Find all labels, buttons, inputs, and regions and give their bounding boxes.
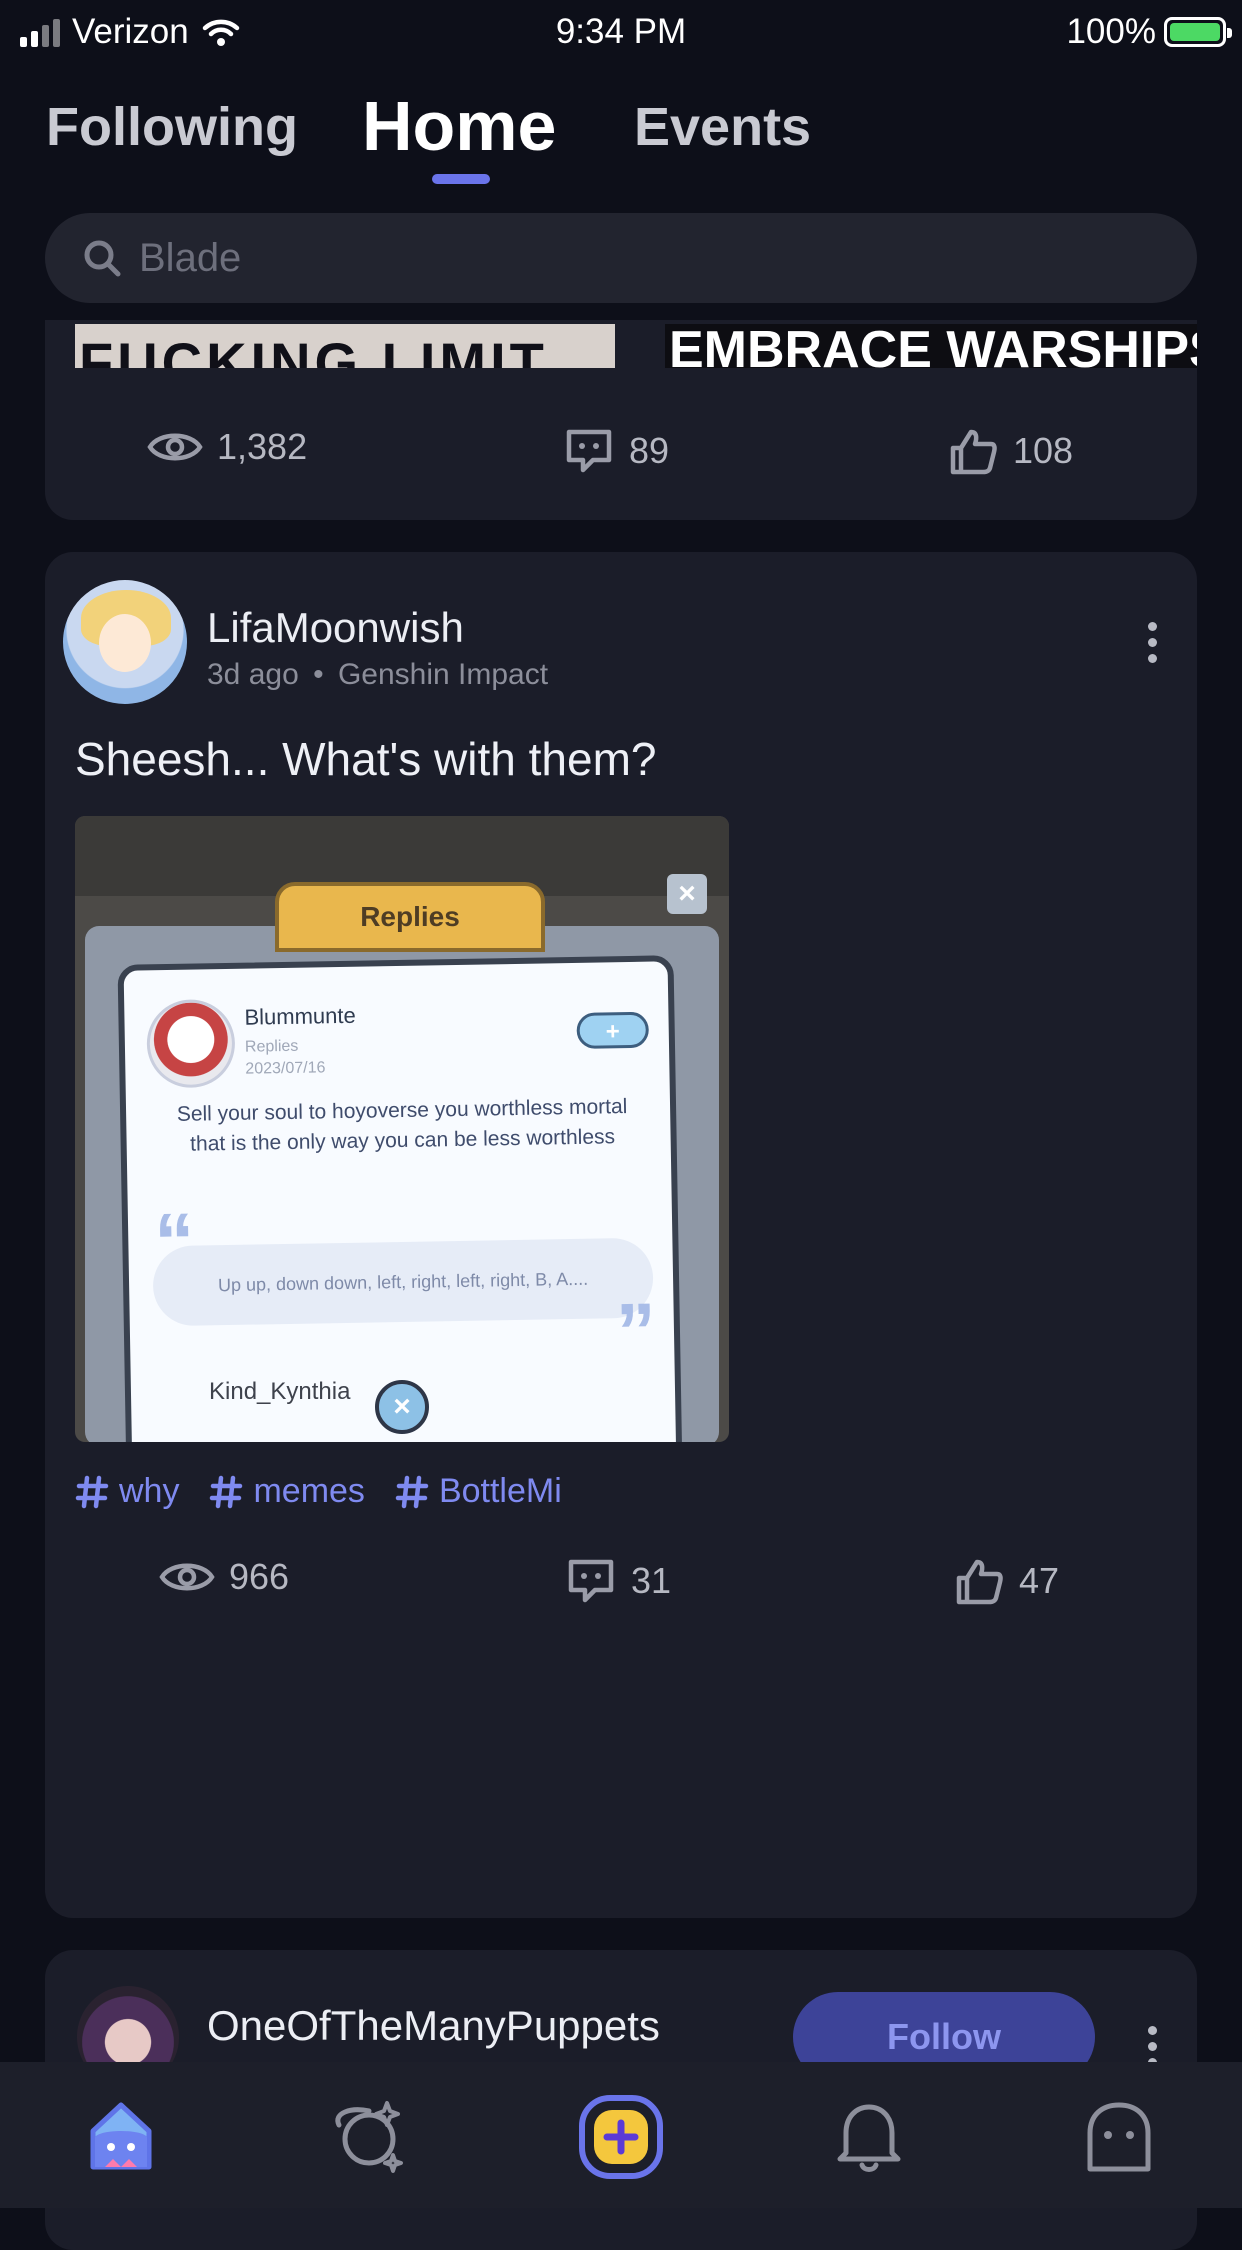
- image-avatar: [146, 998, 236, 1089]
- tag-label: memes: [253, 1472, 365, 1510]
- post-image[interactable]: FUCKING LIMIT EMBRACE WARSHIPS: [75, 324, 1197, 368]
- image-quote: Up up, down down, left, right, left, rig…: [152, 1237, 654, 1327]
- image-message: Sell your soul to hoyoverse you worthles…: [176, 1095, 628, 1156]
- image-bottom-name: Kind_Kynthia: [209, 1378, 351, 1405]
- avatar[interactable]: [63, 580, 187, 704]
- views-count: 966: [229, 1556, 290, 1597]
- tag-bottlemi[interactable]: BottleMi: [395, 1472, 562, 1511]
- post-card[interactable]: LifaMoonwish 3d ago • Genshin Impact She…: [45, 552, 1197, 1918]
- image-caption-right: EMBRACE WARSHIPS: [669, 324, 1197, 368]
- thumbs-up-icon: [950, 429, 997, 475]
- comments-count: 89: [629, 430, 670, 471]
- views-count: 1,382: [217, 426, 308, 467]
- image-date: 2023/07/16: [245, 1059, 326, 1078]
- image-close-icon: ×: [667, 874, 707, 914]
- likes-count: 108: [1013, 430, 1074, 471]
- post-community[interactable]: Genshin Impact: [338, 658, 548, 691]
- post-image[interactable]: Replies × Blummunte Replies 2023/07/16 +…: [75, 816, 729, 1442]
- post-stats: 1,382 89 108: [45, 426, 1197, 486]
- status-bar: Verizon 9:34 PM 100%: [0, 0, 1242, 62]
- status-time: 9:34 PM: [555, 12, 687, 51]
- image-x-icon: ×: [375, 1380, 429, 1434]
- image-tab-label: Replies: [360, 901, 460, 932]
- post-author[interactable]: OneOfTheManyPuppets: [207, 2002, 660, 2050]
- views-stat: 966: [159, 1556, 289, 1598]
- post-meta: 3d ago • Genshin Impact: [207, 658, 548, 692]
- post-stats: 966 31 47: [45, 1556, 1197, 1616]
- battery-icon: [1164, 17, 1232, 47]
- comments-count: 31: [631, 1560, 672, 1601]
- likes-count: 47: [1019, 1560, 1060, 1601]
- eye-icon: [159, 1563, 215, 1591]
- more-options-icon[interactable]: [1148, 622, 1157, 663]
- views-stat: 1,382: [147, 426, 307, 468]
- quote-close-icon: ”: [615, 1286, 657, 1377]
- battery: 100%: [1066, 12, 1232, 52]
- image-dialog: Blummunte Replies 2023/07/16 + Sell your…: [117, 955, 685, 1442]
- image-username: Blummunte: [244, 1002, 356, 1030]
- more-options-icon[interactable]: [1148, 2026, 1157, 2067]
- tab-home[interactable]: Home: [362, 86, 556, 166]
- search-icon: [84, 240, 121, 277]
- tag-label: why: [119, 1472, 180, 1510]
- post-time: 3d ago: [207, 658, 299, 691]
- image-subtitle: Replies: [244, 1037, 299, 1056]
- comments-stat[interactable]: 89: [563, 426, 669, 476]
- tab-following[interactable]: Following: [46, 96, 298, 158]
- tag-label: BottleMi: [438, 1472, 562, 1510]
- post-author[interactable]: LifaMoonwish: [207, 604, 464, 652]
- comments-stat[interactable]: 31: [565, 1556, 671, 1606]
- nav-home-icon[interactable]: [76, 2092, 166, 2182]
- hashtag-icon: [395, 1475, 429, 1508]
- post-tags: why memes BottleMi: [75, 1472, 562, 1511]
- active-tab-indicator: [432, 174, 490, 184]
- post-title[interactable]: Sheesh... What's with them?: [75, 732, 657, 786]
- tab-events[interactable]: Events: [634, 96, 811, 158]
- likes-stat[interactable]: 108: [947, 426, 1073, 476]
- comment-icon: [568, 1559, 614, 1603]
- tag-why[interactable]: why: [75, 1472, 179, 1511]
- post-card[interactable]: FUCKING LIMIT EMBRACE WARSHIPS 1,382 89 …: [45, 320, 1197, 520]
- thumbs-up-icon: [956, 1559, 1003, 1605]
- nav-explore-icon[interactable]: [326, 2092, 416, 2182]
- eye-icon: [147, 433, 203, 461]
- tag-memes[interactable]: memes: [209, 1472, 365, 1511]
- hashtag-icon: [75, 1475, 109, 1508]
- comment-icon: [566, 429, 612, 473]
- meta-separator: •: [313, 658, 324, 691]
- search-input[interactable]: [137, 234, 1041, 282]
- likes-stat[interactable]: 47: [953, 1556, 1059, 1606]
- search-bar[interactable]: [45, 213, 1197, 303]
- image-caption-left: FUCKING LIMIT: [79, 331, 548, 368]
- battery-percent: 100%: [1066, 12, 1156, 51]
- nav-profile-icon[interactable]: [1074, 2092, 1164, 2182]
- nav-create-icon[interactable]: [576, 2092, 666, 2182]
- image-plus-icon: +: [576, 1011, 650, 1049]
- nav-notifications-icon[interactable]: [824, 2092, 914, 2182]
- bottom-nav: [0, 2062, 1242, 2208]
- feed-tabs: Following Home Events: [0, 87, 1242, 190]
- hashtag-icon: [210, 1475, 243, 1508]
